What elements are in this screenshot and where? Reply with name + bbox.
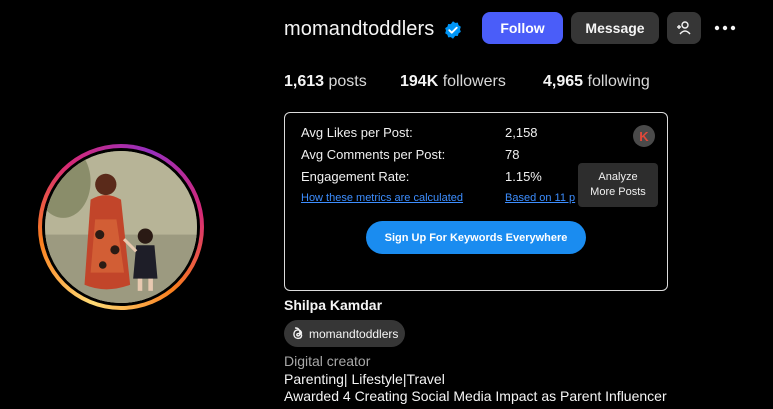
engagement-rate-label: Engagement Rate:	[301, 169, 410, 184]
avatar	[45, 151, 197, 303]
bio-line-1: Parenting| Lifestyle|Travel	[284, 371, 445, 387]
avatar-photo-icon	[45, 151, 197, 303]
threads-icon	[293, 326, 303, 339]
posts-count: 1,613	[284, 73, 325, 90]
avatar-story-ring[interactable]	[38, 144, 204, 310]
suggested-users-button[interactable]	[667, 12, 701, 44]
engagement-rate-value: 1.15%	[505, 169, 542, 184]
analyze-line-2: More Posts	[590, 186, 646, 198]
following-label: following	[587, 73, 650, 90]
following-stat[interactable]: 4,965 following	[543, 73, 650, 91]
verified-badge-icon	[445, 21, 461, 39]
add-user-icon	[677, 21, 691, 35]
bio-line-2: Awarded 4 Creating Social Media Impact a…	[284, 388, 667, 404]
posts-label: posts	[328, 73, 367, 90]
posts-stat: 1,613 posts	[284, 73, 367, 91]
threads-handle: momandtoddlers	[309, 326, 399, 341]
threads-link[interactable]: momandtoddlers	[284, 320, 405, 347]
based-on-posts-link[interactable]: Based on 11 p	[505, 192, 575, 204]
profile-username: momandtoddlers	[284, 18, 435, 40]
followers-label: followers	[442, 73, 506, 90]
metrics-panel: Avg Likes per Post: 2,158 Avg Comments p…	[284, 112, 668, 291]
more-options-icon[interactable]	[713, 18, 737, 38]
analyze-line-1: Analyze	[598, 171, 638, 183]
followers-stat[interactable]: 194K followers	[400, 73, 506, 91]
profile-category: Digital creator	[284, 353, 371, 369]
profile-page: momandtoddlers Follow Message 1,613 post…	[0, 0, 773, 409]
profile-full-name: Shilpa Kamdar	[284, 297, 383, 313]
keywords-everywhere-icon[interactable]: K	[633, 125, 655, 147]
analyze-more-posts-button[interactable]: Analyze More Posts	[578, 163, 658, 207]
signup-keywords-everywhere-button[interactable]: Sign Up For Keywords Everywhere	[366, 221, 586, 254]
following-count: 4,965	[543, 73, 584, 90]
avg-likes-label: Avg Likes per Post:	[301, 125, 413, 140]
message-button[interactable]: Message	[571, 12, 659, 44]
avg-likes-value: 2,158	[505, 125, 538, 140]
avg-comments-value: 78	[505, 147, 520, 162]
avg-comments-label: Avg Comments per Post:	[301, 147, 446, 162]
follow-button[interactable]: Follow	[482, 12, 563, 44]
how-metrics-calculated-link[interactable]: How these metrics are calculated	[301, 192, 463, 204]
followers-count: 194K	[400, 73, 439, 90]
